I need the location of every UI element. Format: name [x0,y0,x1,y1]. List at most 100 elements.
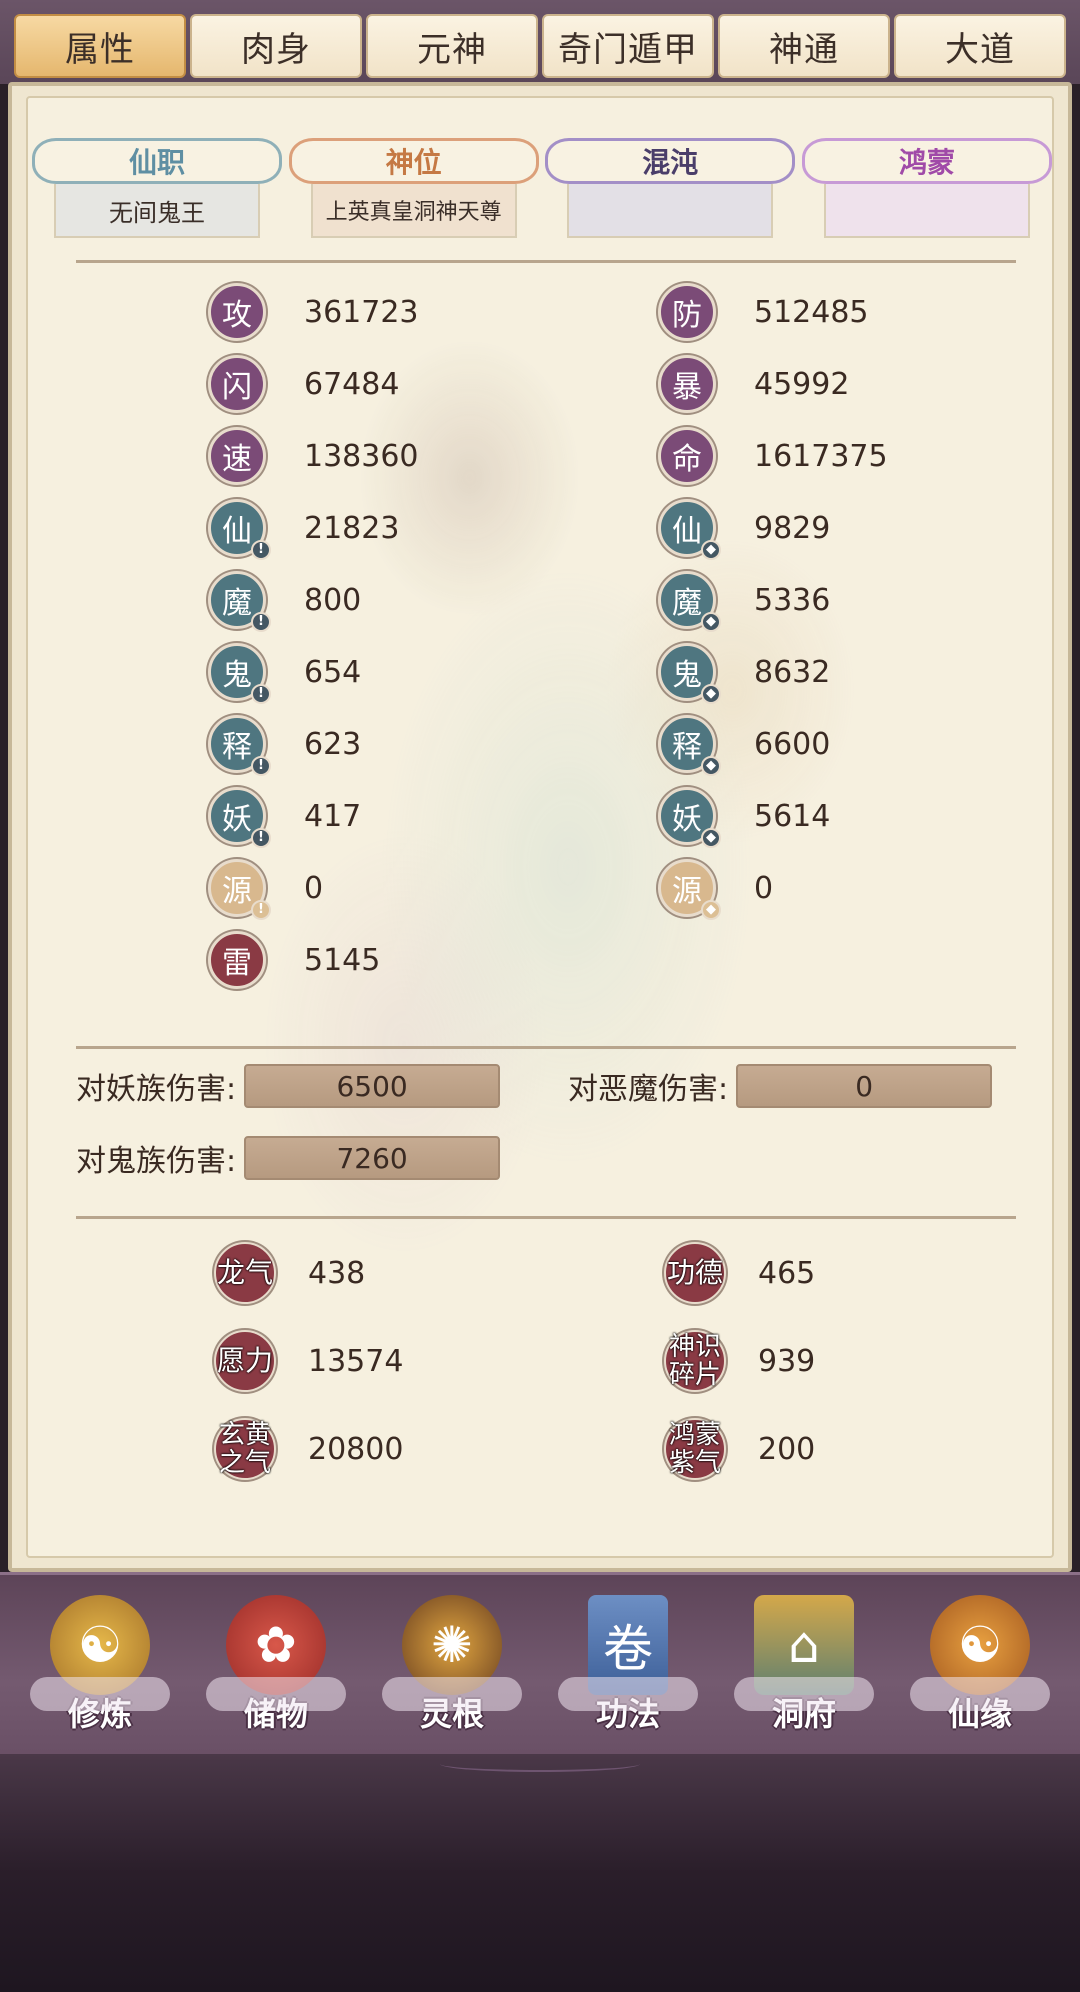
cloud-decoration [206,1677,346,1711]
stat-value: 0 [754,870,774,906]
resource-hongmeng[interactable]: 鸿蒙紫气 200 [664,1418,815,1480]
glyph: 释 [222,730,252,765]
nav-immortal-fate[interactable]: ☯ 仙缘 [900,1595,1060,1745]
tab-dadao[interactable]: 大道 [894,14,1066,78]
stat-xian-defense[interactable]: 仙 ◆ 9829 [658,499,968,560]
stat-yuan-attack[interactable]: 源! 0 [208,859,658,920]
resource-gongde[interactable]: 功德 465 [664,1242,815,1304]
attribute-panel: 仙职 无间鬼王 神位 上英真皇洞神天尊 混沌 鸿蒙 攻 361723 防 51248… [8,82,1072,1572]
dodge-icon: 闪 [208,355,266,413]
gui-defense-icon: 鬼 ◆ [658,643,721,704]
damage-value-box: 7260 [244,1136,501,1180]
thunder-icon: 雷 [208,931,266,989]
stat-gui-attack[interactable]: 鬼! 654 [208,643,658,704]
attribute-panel-inner: 仙职 无间鬼王 神位 上英真皇洞神天尊 混沌 鸿蒙 攻 361723 防 51248… [26,96,1054,1558]
gui-attack-icon: 鬼! [208,643,271,704]
stat-attack: 攻 361723 [208,283,658,341]
shi-defense-icon: 释 ◆ [658,715,721,776]
rank-hongmeng[interactable]: 鸿蒙 [801,138,1052,248]
stat-value: 0 [304,870,324,906]
resource-yuanli[interactable]: 愿力 13574 [214,1330,403,1392]
nav-cultivate[interactable]: ☯ 修炼 [20,1595,180,1745]
stat-yao-defense[interactable]: 妖 ◆ 5614 [658,787,968,848]
resource-value: 200 [758,1431,816,1467]
yuan-defense-icon: 源 ◆ [658,859,721,920]
glyph: 妖 [222,802,252,837]
rank-shenwei[interactable]: 神位 上英真皇洞神天尊 [288,138,539,248]
resource-longqi[interactable]: 龙气 438 [214,1242,365,1304]
damage-label: 对鬼族伤害: [76,1144,237,1179]
stat-xian-attack[interactable]: 仙! 21823 [208,499,658,560]
stat-value: 5614 [754,798,831,834]
stat-value: 1617375 [754,438,888,474]
damage-label: 对恶魔伤害: [568,1072,729,1107]
divider [76,260,1016,263]
glyph: 释 [672,730,702,765]
stat-row: 魔! 800 魔 ◆ 5336 [208,564,968,636]
hongmeng-purple-qi-icon: 鸿蒙紫气 [664,1418,726,1480]
nav-storage[interactable]: ✿ 储物 [196,1595,356,1745]
bottom-backdrop [0,1754,1080,1992]
stat-mo-defense[interactable]: 魔 ◆ 5336 [658,571,968,632]
tab-body[interactable]: 肉身 [190,14,362,78]
glyph: 源 [672,874,702,909]
stat-crit: 暴 45992 [658,355,968,413]
tab-soul[interactable]: 元神 [366,14,538,78]
shield-mark-icon: ◆ [701,540,721,560]
shield-mark-icon: ◆ [701,900,721,920]
damage-label: 对妖族伤害: [76,1072,237,1107]
glyph: 魔 [672,586,702,621]
resource-shenshi[interactable]: 神识碎片 939 [664,1330,815,1392]
yao-defense-icon: 妖 ◆ [658,787,721,848]
damage-vs-ghost: 对鬼族伤害: 7260 [76,1136,501,1180]
tab-shentong[interactable]: 神通 [718,14,890,78]
glyph: 仙 [672,514,702,549]
stat-hp: 命 1617375 [658,427,968,485]
glyph: 鬼 [222,658,252,693]
nav-cave[interactable]: ⌂ 洞府 [724,1595,884,1745]
damage-value-box: 0 [736,1064,993,1108]
rank-value: 无间鬼王 [54,184,260,238]
resource-value: 939 [758,1343,816,1379]
yao-attack-icon: 妖! [208,787,271,848]
stat-thunder[interactable]: 雷 5145 [208,931,658,989]
stat-row: 攻 361723 防 512485 [208,276,968,348]
stat-dodge: 闪 67484 [208,355,658,413]
xian-attack-icon: 仙! [208,499,271,560]
nav-technique[interactable]: 卷 功法 [548,1595,708,1745]
stat-shi-attack[interactable]: 释! 623 [208,715,658,776]
tab-qimen[interactable]: 奇门遁甲 [542,14,714,78]
stat-speed: 速 138360 [208,427,658,485]
stat-row: 鬼! 654 鬼 ◆ 8632 [208,636,968,708]
stat-value: 6600 [754,726,831,762]
shield-mark-icon: ◆ [701,756,721,776]
stats-grid: 攻 361723 防 512485 闪 67484 暴 45992 速 138360 命 1… [208,276,968,996]
rank-xianzhi[interactable]: 仙职 无间鬼王 [32,138,282,248]
resource-xuanhuang[interactable]: 玄黄之气 20800 [214,1418,403,1480]
stat-value: 5336 [754,582,831,618]
stat-row: 妖! 417 妖 ◆ 5614 [208,780,968,852]
stat-yuan-defense[interactable]: 源 ◆ 0 [658,859,968,920]
cloud-decoration [734,1677,874,1711]
damage-vs-demon: 对恶魔伤害: 0 [568,1064,993,1108]
rank-hundun[interactable]: 混沌 [545,138,796,248]
divider [76,1046,1016,1049]
attack-mark-icon: ! [251,684,271,704]
shi-attack-icon: 释! [208,715,271,776]
stat-value: 9829 [754,510,831,546]
stat-yao-attack[interactable]: 妖! 417 [208,787,658,848]
speed-icon: 速 [208,427,266,485]
stat-shi-defense[interactable]: 释 ◆ 6600 [658,715,968,776]
mo-attack-icon: 魔! [208,571,271,632]
stat-value: 5145 [304,942,381,978]
glyph: 妖 [672,802,702,837]
stat-value: 361723 [304,294,419,330]
damage-value-box: 6500 [244,1064,501,1108]
xuanhuang-qi-icon: 玄黄之气 [214,1418,276,1480]
stat-mo-attack[interactable]: 魔! 800 [208,571,658,632]
stat-gui-defense[interactable]: 鬼 ◆ 8632 [658,643,968,704]
rank-value: 上英真皇洞神天尊 [310,184,517,238]
stat-row: 速 138360 命 1617375 [208,420,968,492]
nav-spirit-root[interactable]: ✺ 灵根 [372,1595,532,1745]
tab-attributes[interactable]: 属性 [14,14,186,78]
